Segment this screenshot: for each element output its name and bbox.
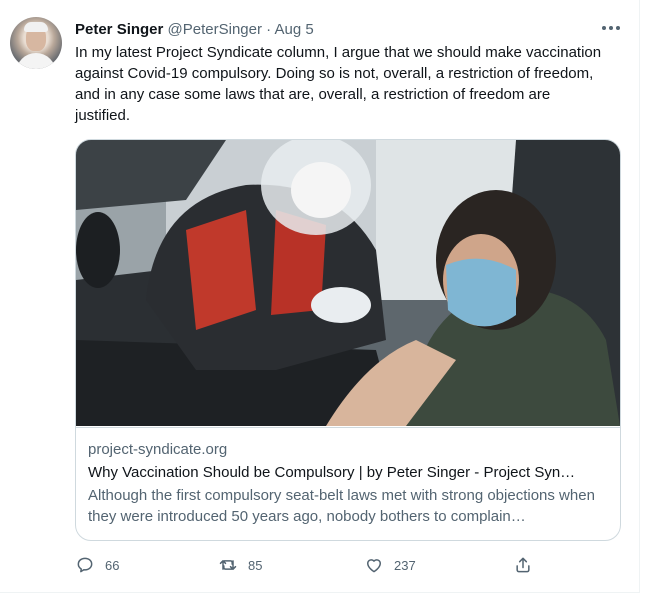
card-image[interactable] xyxy=(76,140,620,426)
like-button[interactable]: 237 xyxy=(364,553,416,577)
more-horizontal-icon xyxy=(609,26,613,30)
author-handle[interactable]: @PeterSinger xyxy=(168,21,262,38)
like-count: 237 xyxy=(394,557,416,573)
link-card[interactable]: project-syndicate.org Why Vaccination Sh… xyxy=(75,139,621,541)
reply-button[interactable]: 66 xyxy=(75,553,119,577)
share-button[interactable] xyxy=(513,553,533,577)
avatar-hair xyxy=(24,22,48,32)
card-title: Why Vaccination Should be Compulsory | b… xyxy=(88,464,576,481)
tweet-text: In my latest Project Syndicate column, I… xyxy=(75,44,602,124)
more-options-button[interactable] xyxy=(600,18,622,38)
avatar[interactable] xyxy=(10,17,62,69)
reply-icon xyxy=(77,557,93,573)
reply-count: 66 xyxy=(105,557,120,573)
retweet-icon xyxy=(219,560,237,570)
card-description: Although the first compulsory seat-belt … xyxy=(88,487,595,525)
tweet-header: Peter Singer @PeterSinger · Aug 5 xyxy=(75,20,314,40)
separator-dot: · xyxy=(266,21,272,38)
card-meta[interactable]: project-syndicate.org Why Vaccination Sh… xyxy=(76,427,620,540)
card-domain: project-syndicate.org xyxy=(88,441,228,458)
share-icon xyxy=(516,557,530,573)
tweet-date[interactable]: Aug 5 xyxy=(275,21,314,38)
avatar-shirt xyxy=(16,53,56,69)
more-horizontal-icon xyxy=(616,26,620,30)
vaccination-photo xyxy=(76,140,620,426)
more-horizontal-icon xyxy=(602,26,606,30)
retweet-button[interactable]: 85 xyxy=(218,553,262,577)
retweet-count: 85 xyxy=(248,557,263,573)
heart-icon xyxy=(367,559,381,573)
author-name[interactable]: Peter Singer xyxy=(75,21,163,38)
tweet[interactable]: Peter Singer @PeterSinger · Aug 5 In my … xyxy=(0,0,640,593)
tweet-actions: 66 85 237 xyxy=(75,553,545,577)
